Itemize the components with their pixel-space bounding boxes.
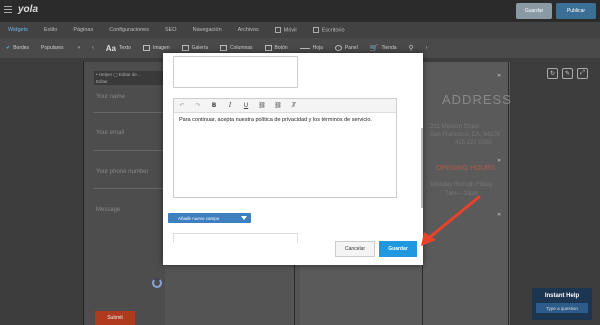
annotation-arrow-icon bbox=[421, 195, 481, 246]
